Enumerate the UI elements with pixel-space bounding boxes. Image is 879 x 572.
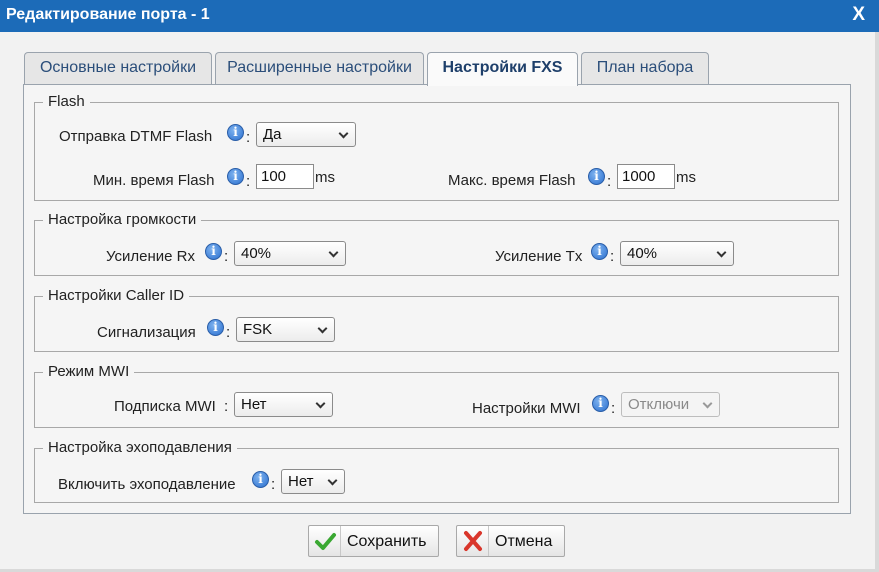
min-flash-time-input[interactable]: 100	[256, 164, 314, 189]
max-flash-time-input[interactable]: 1000	[617, 164, 675, 189]
tx-gain-select[interactable]: 40%	[620, 241, 734, 266]
echo-cancellation-group: Настройка эхоподавления Включить эхопода…	[34, 439, 839, 503]
dtmf-flash-label: Отправка DTMF Flash	[59, 128, 213, 145]
signaling-label: Сигнализация	[97, 324, 196, 341]
tx-gain-colon: :	[610, 248, 615, 265]
save-button[interactable]: Сохранить	[308, 525, 439, 557]
mwi-subscription-select[interactable]: Нет	[234, 392, 333, 417]
max-flash-time-info-icon[interactable]: i	[588, 168, 605, 185]
tx-gain-label: Усиление Tx	[495, 248, 583, 265]
echo-cancellation-info-icon[interactable]: i	[252, 471, 269, 488]
dtmf-flash-info-icon[interactable]: i	[227, 124, 244, 141]
min-flash-time-unit: ms	[315, 169, 335, 186]
volume-group: Настройка громкости Усиление Rx i : 40% …	[34, 211, 839, 276]
tab-advanced-settings[interactable]: Расширенные настройки	[215, 52, 424, 84]
dialog-title: Редактирование порта - 1	[6, 6, 210, 23]
chevron-down-icon	[328, 247, 339, 258]
rx-gain-colon: :	[224, 248, 229, 265]
mwi-subscription-colon: :	[224, 398, 229, 415]
tab-fxs-settings[interactable]: Настройки FXS	[427, 52, 578, 86]
rx-gain-select[interactable]: 40%	[234, 241, 346, 266]
max-flash-time-colon: :	[607, 173, 612, 190]
flash-legend: Flash	[43, 93, 90, 111]
cross-icon	[457, 526, 489, 556]
mwi-settings-label: Настройки MWI	[472, 400, 581, 417]
chevron-down-icon	[702, 398, 713, 409]
echo-cancellation-label: Включить эхоподавление	[58, 476, 236, 493]
mwi-settings-select[interactable]: Отключи	[621, 392, 720, 417]
caller-id-group: Настройки Caller ID Сигнализация i : FSK	[34, 287, 839, 352]
echo-cancellation-colon: :	[271, 476, 276, 493]
chevron-down-icon	[315, 398, 326, 409]
signaling-info-icon[interactable]: i	[207, 319, 224, 336]
chevron-down-icon	[317, 323, 328, 334]
caller-id-legend: Настройки Caller ID	[43, 287, 190, 305]
mwi-settings-colon: :	[611, 400, 616, 417]
dialog-titlebar: Редактирование порта - 1 X	[0, 0, 879, 32]
mwi-subscription-select-value: Нет	[241, 396, 267, 413]
mwi-group: Режим MWI Подписка MWI : Нет Настройки M…	[34, 363, 839, 428]
rx-gain-info-icon[interactable]: i	[205, 243, 222, 260]
tx-gain-select-value: 40%	[627, 245, 658, 262]
mwi-settings-select-value: Отключи	[628, 396, 690, 413]
mwi-settings-info-icon[interactable]: i	[592, 395, 609, 412]
check-icon	[309, 526, 341, 556]
max-flash-time-unit: ms	[676, 169, 696, 186]
min-flash-time-label: Мин. время Flash	[93, 172, 215, 189]
echo-cancellation-select[interactable]: Нет	[281, 469, 345, 494]
dtmf-flash-colon: :	[246, 129, 251, 146]
tab-basic-settings[interactable]: Основные настройки	[24, 52, 212, 84]
min-flash-time-colon: :	[246, 173, 251, 190]
volume-legend: Настройка громкости	[43, 211, 202, 229]
chevron-down-icon	[338, 128, 349, 139]
cancel-button[interactable]: Отмена	[456, 525, 565, 557]
chevron-down-icon	[716, 247, 727, 258]
echo-cancellation-legend: Настройка эхоподавления	[43, 439, 237, 457]
signaling-select-value: FSK	[243, 321, 273, 338]
mwi-subscription-label: Подписка MWI	[114, 398, 216, 415]
edit-port-dialog: Редактирование порта - 1 X Основные наст…	[0, 0, 879, 572]
signaling-colon: :	[226, 324, 231, 341]
tx-gain-info-icon[interactable]: i	[591, 243, 608, 260]
echo-cancellation-select-value: Нет	[288, 473, 314, 490]
signaling-select[interactable]: FSK	[236, 317, 335, 342]
close-button[interactable]: X	[852, 4, 865, 26]
save-button-label: Сохранить	[347, 533, 427, 550]
flash-group: Flash Отправка DTMF Flash i : Да Мин. вр…	[34, 93, 839, 201]
dtmf-flash-select[interactable]: Да	[256, 122, 356, 147]
dialog-right-edge	[875, 32, 879, 572]
mwi-legend: Режим MWI	[43, 363, 135, 381]
dtmf-flash-select-value: Да	[263, 126, 282, 143]
chevron-down-icon	[327, 475, 338, 486]
rx-gain-label: Усиление Rx	[106, 248, 196, 265]
max-flash-time-label: Макс. время Flash	[448, 172, 576, 189]
rx-gain-select-value: 40%	[241, 245, 272, 262]
fxs-settings-panel: Flash Отправка DTMF Flash i : Да Мин. вр…	[23, 84, 851, 514]
cancel-button-label: Отмена	[495, 533, 553, 550]
tab-dial-plan[interactable]: План набора	[581, 52, 709, 84]
min-flash-time-info-icon[interactable]: i	[227, 168, 244, 185]
